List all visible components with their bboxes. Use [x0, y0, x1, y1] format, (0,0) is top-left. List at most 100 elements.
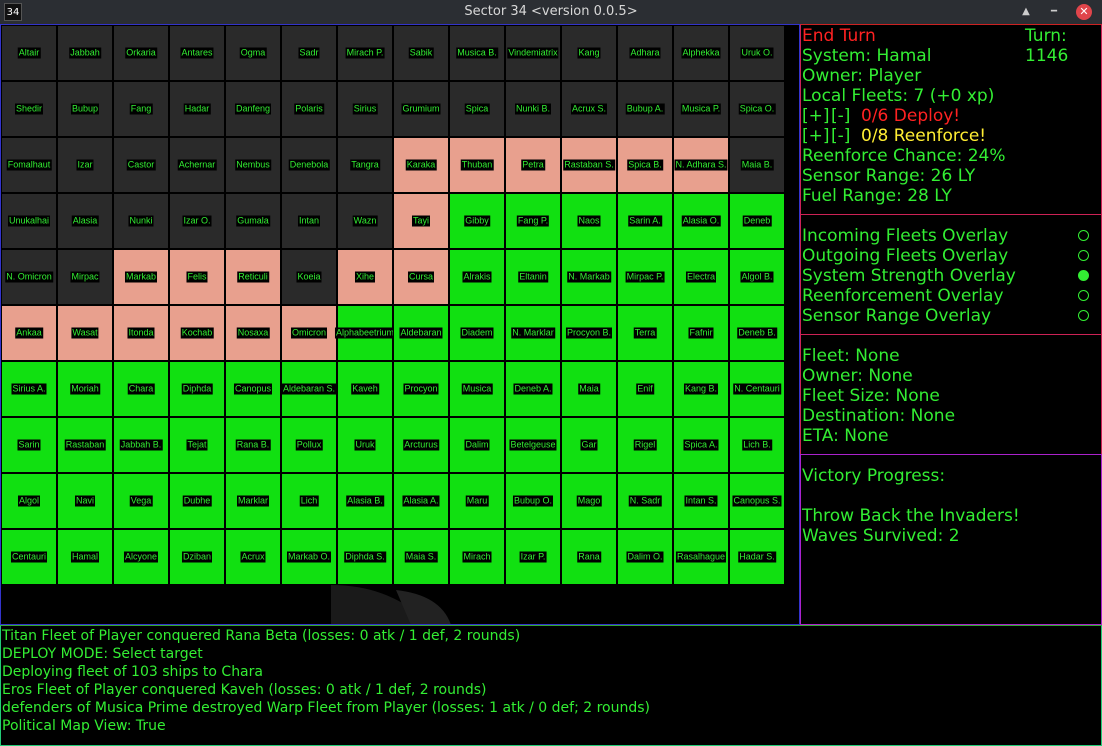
radio-off-icon[interactable]	[1078, 250, 1089, 261]
star-system-cell[interactable]: Rigel	[617, 417, 673, 473]
star-system-cell[interactable]: Alasia O.	[673, 193, 729, 249]
star-system-cell[interactable]: Grumium	[393, 81, 449, 137]
star-system-cell[interactable]: Thuban	[449, 137, 505, 193]
star-system-cell[interactable]: Spica	[449, 81, 505, 137]
star-system-cell[interactable]: Cursa	[393, 249, 449, 305]
star-system-cell[interactable]: Betelgeuse	[505, 417, 561, 473]
star-system-cell[interactable]: Maia B.	[729, 137, 785, 193]
star-system-cell[interactable]: Markab O.	[281, 529, 337, 585]
star-system-cell[interactable]: Dalim	[449, 417, 505, 473]
star-system-cell[interactable]: Centauri	[1, 529, 57, 585]
star-system-cell[interactable]: Rastaban S.	[561, 137, 617, 193]
star-system-cell[interactable]: Hadar	[169, 81, 225, 137]
close-icon[interactable]: ✕	[1076, 4, 1092, 20]
star-system-cell[interactable]: Procyon	[393, 361, 449, 417]
star-system-cell[interactable]: Arcturus	[393, 417, 449, 473]
star-system-cell[interactable]: Altair	[1, 25, 57, 81]
deploy-button[interactable]: 0/6 Deploy!	[861, 106, 960, 126]
star-system-cell[interactable]: Vega	[113, 473, 169, 529]
end-turn-button[interactable]: End Turn	[802, 26, 876, 46]
star-system-cell[interactable]: N. Markab	[561, 249, 617, 305]
star-system-cell[interactable]: Izar	[57, 137, 113, 193]
star-system-cell[interactable]: Chara	[113, 361, 169, 417]
star-system-cell[interactable]: Unukalhai	[1, 193, 57, 249]
star-system-cell[interactable]: Fang	[113, 81, 169, 137]
star-system-cell[interactable]: Mirpac	[57, 249, 113, 305]
chevron-up-icon[interactable]: ▲	[1018, 4, 1034, 20]
star-system-cell[interactable]: Hamal	[57, 529, 113, 585]
star-system-cell[interactable]: Maia S.	[393, 529, 449, 585]
star-system-cell[interactable]: N. Centauri	[729, 361, 785, 417]
star-system-cell[interactable]: Fafnir	[673, 305, 729, 361]
star-system-cell[interactable]: Nunki B.	[505, 81, 561, 137]
star-system-cell[interactable]: Omicron	[281, 305, 337, 361]
star-system-cell[interactable]: Diphda	[169, 361, 225, 417]
star-system-cell[interactable]: Karaka	[393, 137, 449, 193]
star-system-cell[interactable]: Nosaxa	[225, 305, 281, 361]
reenforce-button[interactable]: 0/8 Reenforce!	[861, 126, 986, 146]
star-system-cell[interactable]: Procyon B.	[561, 305, 617, 361]
star-system-cell[interactable]: Spica A.	[673, 417, 729, 473]
radio-off-icon[interactable]	[1078, 230, 1089, 241]
minimize-icon[interactable]: ━	[1046, 4, 1062, 20]
star-system-cell[interactable]: Alphabeetrium	[334, 305, 396, 361]
star-system-cell[interactable]: N. Marklar	[505, 305, 561, 361]
overlay-toggle[interactable]: Outgoing Fleets Overlay	[801, 246, 1101, 266]
star-system-cell[interactable]: Bubup	[57, 81, 113, 137]
star-system-cell[interactable]: Canopus S.	[729, 473, 785, 529]
star-system-cell[interactable]: Fang P.	[505, 193, 561, 249]
star-system-cell[interactable]: Antares	[169, 25, 225, 81]
star-system-cell[interactable]: Deneb	[729, 193, 785, 249]
star-system-cell[interactable]: Spica B.	[617, 137, 673, 193]
star-system-cell[interactable]: Wasat	[57, 305, 113, 361]
star-system-cell[interactable]: Spica O.	[729, 81, 785, 137]
star-system-cell[interactable]: Lich B.	[729, 417, 785, 473]
star-system-cell[interactable]: Ankaa	[1, 305, 57, 361]
star-system-cell[interactable]: Mago	[561, 473, 617, 529]
star-system-cell[interactable]: Electra	[673, 249, 729, 305]
star-system-cell[interactable]: Bubup A.	[617, 81, 673, 137]
deploy-plus-button[interactable]: [+]	[802, 106, 830, 126]
overlay-toggle[interactable]: Sensor Range Overlay	[801, 306, 1101, 326]
star-system-cell[interactable]: Nunki	[113, 193, 169, 249]
star-system-cell[interactable]: Tangra	[337, 137, 393, 193]
star-system-cell[interactable]: Gibby	[449, 193, 505, 249]
star-system-cell[interactable]: Algol	[1, 473, 57, 529]
star-system-cell[interactable]: Jabbah	[57, 25, 113, 81]
star-system-cell[interactable]: Kang	[561, 25, 617, 81]
star-system-cell[interactable]: Danfeng	[225, 81, 281, 137]
star-system-cell[interactable]: Felis	[169, 249, 225, 305]
star-system-cell[interactable]: Izar P.	[505, 529, 561, 585]
star-system-cell[interactable]: Sarin	[1, 417, 57, 473]
star-system-cell[interactable]: Koeia	[281, 249, 337, 305]
star-system-cell[interactable]: Rasalhague	[673, 529, 729, 585]
radio-on-icon[interactable]	[1078, 270, 1089, 281]
star-system-cell[interactable]: Mirpac P.	[617, 249, 673, 305]
overlay-toggle[interactable]: Incoming Fleets Overlay	[801, 226, 1101, 246]
star-system-cell[interactable]: Fomalhaut	[1, 137, 57, 193]
star-system-cell[interactable]: Intan	[281, 193, 337, 249]
star-system-cell[interactable]: Bubup O.	[505, 473, 561, 529]
star-system-cell[interactable]: Xihe	[337, 249, 393, 305]
star-system-cell[interactable]: Dalim O.	[617, 529, 673, 585]
star-system-cell[interactable]: Uruk O.	[729, 25, 785, 81]
star-system-cell[interactable]: Polaris	[281, 81, 337, 137]
star-system-cell[interactable]: N. Sadr	[617, 473, 673, 529]
star-system-cell[interactable]: Gumala	[225, 193, 281, 249]
star-system-cell[interactable]: Vindemiatrix	[505, 25, 561, 81]
star-system-cell[interactable]: Navi	[57, 473, 113, 529]
star-system-cell[interactable]: Izar O.	[169, 193, 225, 249]
star-system-cell[interactable]: Marklar	[225, 473, 281, 529]
star-system-cell[interactable]: Intan S.	[673, 473, 729, 529]
star-system-cell[interactable]: Kochab	[169, 305, 225, 361]
star-system-cell[interactable]: Alcyone	[113, 529, 169, 585]
star-system-cell[interactable]: Rana B.	[225, 417, 281, 473]
star-system-cell[interactable]: Tayi	[393, 193, 449, 249]
star-system-cell[interactable]: Algol B.	[729, 249, 785, 305]
star-system-cell[interactable]: Alasia A.	[393, 473, 449, 529]
overlay-toggle[interactable]: Reenforcement Overlay	[801, 286, 1101, 306]
star-system-cell[interactable]: Mirach	[449, 529, 505, 585]
deploy-minus-button[interactable]: [-]	[831, 106, 850, 126]
star-system-cell[interactable]: Adhara	[617, 25, 673, 81]
star-system-cell[interactable]: Moriah	[57, 361, 113, 417]
